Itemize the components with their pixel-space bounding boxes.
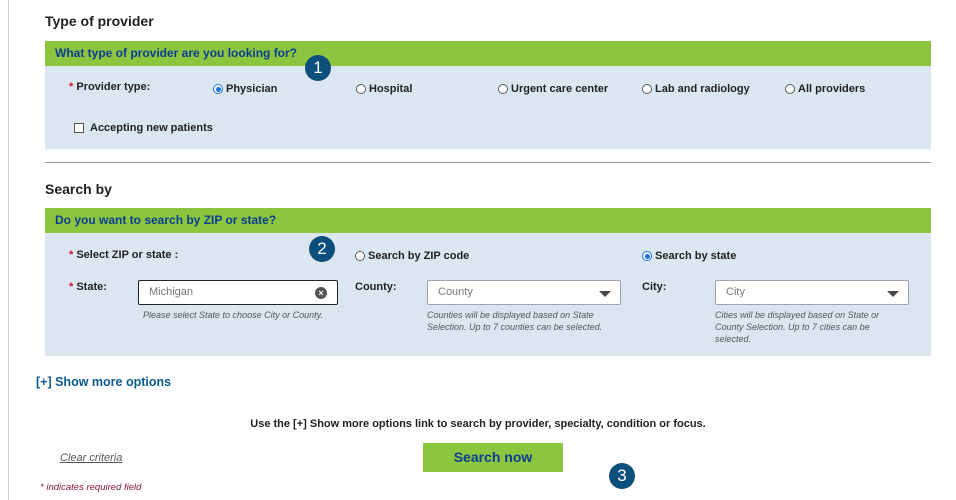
provider-section-title: Type of provider <box>45 13 154 29</box>
radio-unselected-icon <box>356 84 366 94</box>
radio-hospital-label: Hospital <box>369 83 413 95</box>
county-label: County: <box>355 281 397 293</box>
provider-panel-header: What type of provider are you looking fo… <box>45 41 931 66</box>
radio-search-state[interactable]: Search by state <box>642 250 736 262</box>
required-marker: * <box>69 81 74 93</box>
step-badge-3: 3 <box>609 463 635 489</box>
chevron-down-icon <box>599 291 611 297</box>
radio-search-zip-label: Search by ZIP code <box>368 250 470 262</box>
clear-criteria-link[interactable]: Clear criteria <box>60 452 122 464</box>
county-hint: Counties will be displayed based on Stat… <box>427 309 602 333</box>
section-divider <box>45 162 931 163</box>
checkbox-icon <box>74 123 84 133</box>
search-section-title: Search by <box>45 181 112 197</box>
radio-urgent-care-label: Urgent care center <box>511 83 609 95</box>
required-marker: * <box>69 249 74 261</box>
search-now-button[interactable]: Search now <box>423 443 563 472</box>
provider-type-label: * Provider type: <box>69 81 150 93</box>
city-hint-line: County Selection. Up to 7 cities can be <box>715 322 870 332</box>
radio-lab-radiology[interactable]: Lab and radiology <box>642 83 750 95</box>
accepting-new-patients-checkbox[interactable]: Accepting new patients <box>74 122 213 134</box>
radio-unselected-icon <box>355 251 365 261</box>
step-badge-1: 1 <box>305 55 331 81</box>
county-hint-line: Selection. Up to 7 counties can be selec… <box>427 322 603 332</box>
state-label: * State: <box>69 281 107 293</box>
provider-type-panel: What type of provider are you looking fo… <box>45 41 931 149</box>
accepting-new-patients-label: Accepting new patients <box>90 122 213 134</box>
radio-unselected-icon <box>642 84 652 94</box>
city-hint: Cities will be displayed based on State … <box>715 309 879 345</box>
instructions-text: Use the [+] Show more options link to se… <box>250 418 706 430</box>
city-select[interactable]: City <box>715 280 909 305</box>
radio-unselected-icon <box>785 84 795 94</box>
chevron-down-icon <box>887 291 899 297</box>
radio-urgent-care[interactable]: Urgent care center <box>498 83 608 95</box>
required-field-note: * indicates required field <box>40 482 142 493</box>
radio-hospital[interactable]: Hospital <box>356 83 412 95</box>
city-hint-line: Cities will be displayed based on State … <box>715 310 880 320</box>
radio-physician[interactable]: Physician <box>213 83 277 95</box>
required-marker: * <box>69 281 74 293</box>
state-input[interactable]: Michigan × <box>138 280 338 305</box>
state-hint: Please select State to choose City or Co… <box>143 310 323 320</box>
county-select[interactable]: County <box>427 280 621 305</box>
radio-selected-icon <box>213 84 223 94</box>
radio-selected-icon <box>642 251 652 261</box>
radio-all-providers[interactable]: All providers <box>785 83 865 95</box>
city-label: City: <box>642 281 667 293</box>
radio-physician-label: Physician <box>226 83 278 95</box>
search-by-panel: Do you want to search by ZIP or state? *… <box>45 208 931 356</box>
clear-icon[interactable]: × <box>315 287 327 299</box>
county-hint-line: Counties will be displayed based on Stat… <box>427 310 594 320</box>
radio-all-providers-label: All providers <box>798 83 866 95</box>
radio-search-state-label: Search by state <box>655 250 737 262</box>
provider-search-page: Type of provider What type of provider a… <box>0 0 956 500</box>
step-badge-2: 2 <box>309 236 335 262</box>
provider-type-label-text: Provider type: <box>76 81 151 93</box>
state-label-text: State: <box>76 281 107 293</box>
radio-unselected-icon <box>498 84 508 94</box>
city-select-placeholder: City <box>726 286 745 298</box>
search-panel-header: Do you want to search by ZIP or state? <box>45 208 931 233</box>
county-select-placeholder: County <box>438 286 473 298</box>
select-zip-state-label: * Select ZIP or state : <box>69 249 178 261</box>
select-zip-state-label-text: Select ZIP or state : <box>76 249 179 261</box>
city-hint-line: selected. <box>715 334 752 344</box>
show-more-options-link[interactable]: [+] Show more options <box>36 375 171 389</box>
radio-search-zip[interactable]: Search by ZIP code <box>355 250 469 262</box>
state-input-value: Michigan <box>149 286 194 298</box>
radio-lab-radiology-label: Lab and radiology <box>655 83 750 95</box>
